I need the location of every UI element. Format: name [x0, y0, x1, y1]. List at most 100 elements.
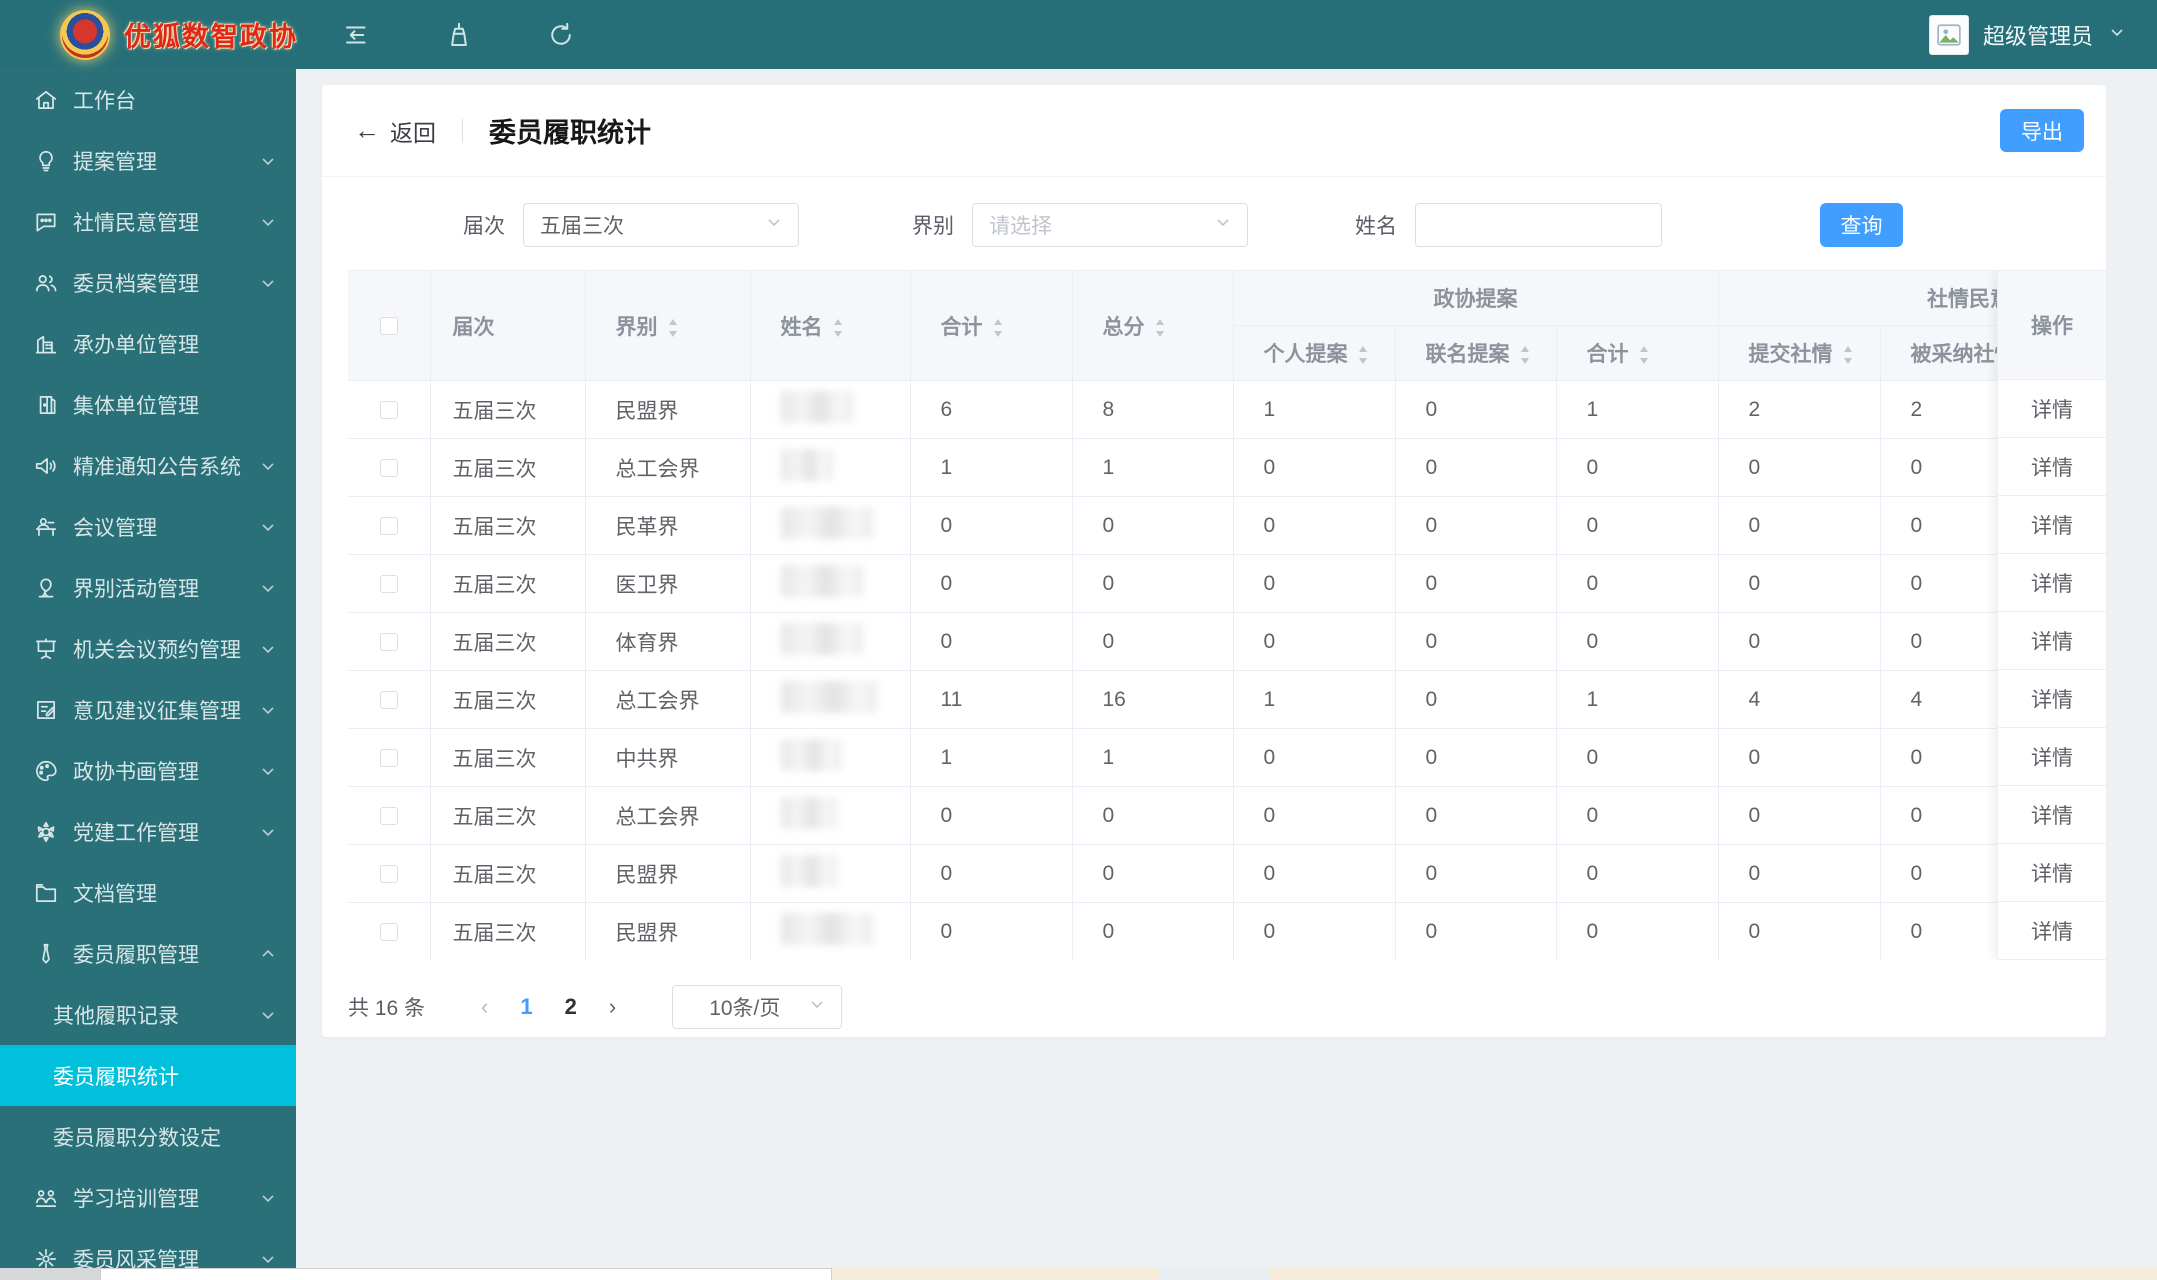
row-checkbox[interactable] [379, 864, 398, 883]
sidebar-subitem-14-0[interactable]: 其他履职记录 [0, 984, 296, 1045]
col-name[interactable]: 姓名 [750, 270, 911, 381]
sort-icon[interactable] [1153, 317, 1167, 339]
col-total[interactable]: 合计 [910, 270, 1073, 381]
user-menu[interactable]: 超级管理员 [1928, 14, 2127, 55]
row-checkbox[interactable] [379, 516, 398, 535]
topbar-icons [342, 20, 576, 50]
row-checkbox[interactable] [379, 690, 398, 709]
sort-icon[interactable] [1637, 344, 1651, 366]
row-checkbox[interactable] [379, 806, 398, 825]
sector-select[interactable]: 请选择 [972, 203, 1248, 247]
col-sector[interactable]: 界别 [585, 270, 751, 381]
col-joint-proposal[interactable]: 联名提案 [1395, 325, 1557, 381]
sidebar-item-3[interactable]: 委员档案管理 [0, 252, 296, 313]
session-select[interactable]: 五届三次 [523, 203, 799, 247]
sidebar-item-label: 文档管理 [73, 882, 157, 906]
sort-icon[interactable] [991, 317, 1005, 339]
sidebar-subitem-14-1[interactable]: 委员履职统计 [0, 1045, 296, 1106]
sidebar-item-5[interactable]: 集体单位管理 [0, 374, 296, 435]
chevron-down-icon [807, 994, 827, 1020]
cell-submitted-opinion: 0 [1718, 438, 1881, 497]
col-score[interactable]: 总分 [1072, 270, 1234, 381]
cell-score: 0 [1072, 496, 1234, 555]
organizer-icon [33, 331, 59, 357]
row-checkbox[interactable] [379, 458, 398, 477]
name-input[interactable] [1415, 203, 1662, 247]
row-checkbox[interactable] [379, 748, 398, 767]
stats-table-grid: 届次 界别 姓名 合计 总分 政协提案 社情民意 个人提案 联名提案 合计 提交… [348, 270, 2106, 960]
sidebar-item-10[interactable]: 意见建议征集管理 [0, 679, 296, 740]
collapse-sidebar-icon[interactable] [342, 20, 372, 50]
cell-proposal-total: 0 [1556, 554, 1719, 613]
row-checkbox[interactable] [379, 632, 398, 651]
sort-icon[interactable] [1518, 344, 1532, 366]
detail-link[interactable]: 详情 [1997, 844, 2106, 902]
sort-icon[interactable] [831, 317, 845, 339]
detail-link[interactable]: 详情 [1997, 438, 2106, 496]
sidebar-item-2[interactable]: 社情民意管理 [0, 191, 296, 252]
detail-link[interactable]: 详情 [1997, 786, 2106, 844]
page-size-select[interactable]: 10条/页 [672, 985, 843, 1029]
sidebar-item-4[interactable]: 承办单位管理 [0, 313, 296, 374]
row-checkbox[interactable] [379, 400, 398, 419]
back-button[interactable]: ← 返回 [354, 114, 436, 148]
cell-sector: 总工会界 [585, 670, 751, 729]
sidebar-item-7[interactable]: 会议管理 [0, 496, 296, 557]
row-checkbox[interactable] [379, 574, 398, 593]
cell-session: 五届三次 [430, 496, 586, 555]
app-title: 优狐数智政协 [124, 22, 298, 52]
sort-icon[interactable] [666, 317, 680, 339]
action-column-header: 操作 [1997, 270, 2106, 380]
page-number-1[interactable]: 1 [504, 994, 548, 1019]
detail-link[interactable]: 详情 [1997, 670, 2106, 728]
col-proposal-total[interactable]: 合计 [1556, 325, 1719, 381]
sort-icon[interactable] [1841, 344, 1855, 366]
search-button[interactable]: 查询 [1820, 203, 1903, 247]
cell-session: 五届三次 [430, 380, 586, 439]
col-submitted-opinion[interactable]: 提交社情 [1718, 325, 1881, 381]
cell-personal-proposal: 0 [1233, 902, 1396, 960]
cell-joint-proposal: 0 [1395, 438, 1557, 497]
sidebar-item-16[interactable]: 委员风采管理 [0, 1228, 296, 1268]
sidebar-item-12[interactable]: 党建工作管理 [0, 801, 296, 862]
user-name: 超级管理员 [1982, 23, 2093, 49]
detail-link[interactable]: 详情 [1997, 554, 2106, 612]
sidebar-item-8[interactable]: 界别活动管理 [0, 557, 296, 618]
sidebar-subitem-14-2[interactable]: 委员履职分数设定 [0, 1106, 296, 1167]
chevron-down-icon [258, 1005, 278, 1025]
detail-link[interactable]: 详情 [1997, 902, 2106, 960]
table-row: 五届三次 民盟界 0 0 0 0 0 0 0 [348, 844, 2106, 903]
cell-name [750, 728, 911, 787]
refresh-icon[interactable] [546, 20, 576, 50]
prev-page-icon[interactable]: ‹ [465, 994, 504, 1020]
cell-submitted-opinion: 0 [1718, 786, 1881, 845]
duty-icon [33, 941, 59, 967]
clean-cache-icon[interactable] [444, 20, 474, 50]
cell-name [750, 380, 911, 439]
table-row: 五届三次 中共界 1 1 0 0 0 0 0 [348, 728, 2106, 787]
detail-link[interactable]: 详情 [1997, 612, 2106, 670]
sidebar-item-0[interactable]: 工作台 [0, 69, 296, 130]
select-all-checkbox[interactable] [379, 316, 398, 335]
sidebar-item-13[interactable]: 文档管理 [0, 862, 296, 923]
sidebar-item-15[interactable]: 学习培训管理 [0, 1167, 296, 1228]
detail-link[interactable]: 详情 [1997, 728, 2106, 786]
page-number-2[interactable]: 2 [549, 994, 593, 1019]
detail-link[interactable]: 详情 [1997, 496, 2106, 554]
redacted-name [780, 622, 863, 655]
col-personal-proposal[interactable]: 个人提案 [1233, 325, 1396, 381]
sidebar-item-14[interactable]: 委员履职管理 [0, 923, 296, 984]
sidebar-item-11[interactable]: 政协书画管理 [0, 740, 296, 801]
detail-link[interactable]: 详情 [1997, 380, 2106, 438]
cell-sector: 民革界 [585, 496, 751, 555]
sidebar-item-1[interactable]: 提案管理 [0, 130, 296, 191]
next-page-icon[interactable]: › [593, 994, 632, 1020]
suggestion-icon [33, 697, 59, 723]
sidebar-item-9[interactable]: 机关会议预约管理 [0, 618, 296, 679]
sort-icon[interactable] [1356, 344, 1370, 366]
export-button[interactable]: 导出 [2000, 109, 2084, 152]
redacted-name [780, 912, 873, 945]
row-checkbox[interactable] [379, 922, 398, 941]
chevron-down-icon [258, 212, 278, 232]
sidebar-item-6[interactable]: 精准通知公告系统 [0, 435, 296, 496]
